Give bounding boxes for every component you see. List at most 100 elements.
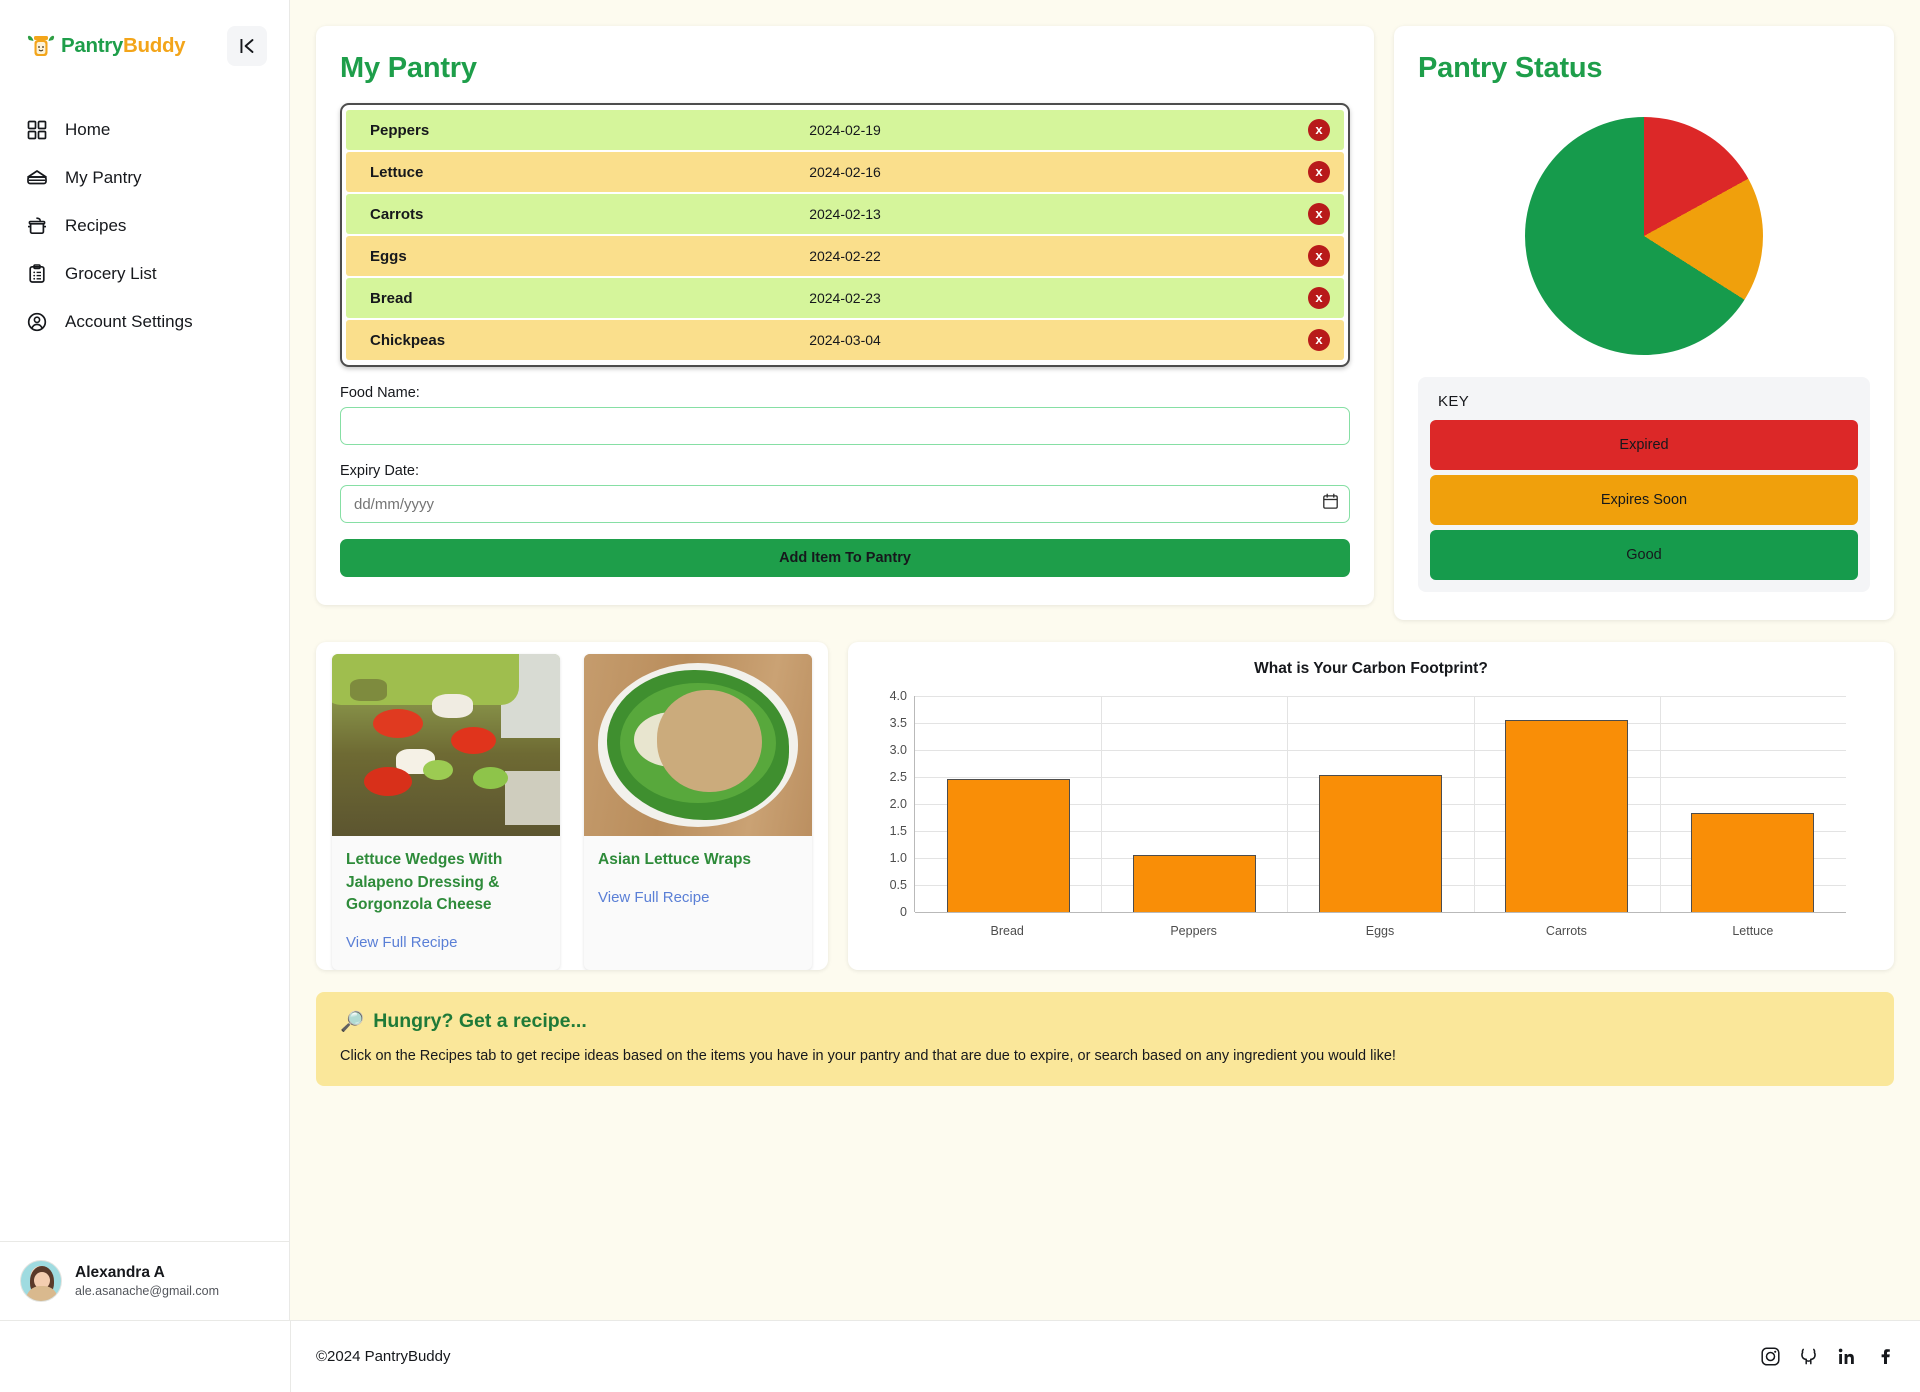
my-pantry-panel: My Pantry Peppers 2024-02-19 x Lettuce 2… <box>316 26 1374 605</box>
pantry-item-name: Peppers <box>370 121 430 139</box>
avatar <box>20 1260 62 1302</box>
food-name-input[interactable] <box>340 407 1350 445</box>
pantry-jar-logo-icon <box>26 33 56 59</box>
table-row[interactable]: Eggs 2024-02-22 x <box>346 236 1344 276</box>
carbon-footprint-chart-panel: What is Your Carbon Footprint? 0 0.5 1.0 1.… <box>848 642 1894 970</box>
facebook-icon[interactable] <box>1875 1347 1894 1366</box>
body-row: PantryBuddy Home My Pantry Recipes Groce… <box>0 0 1920 1320</box>
chart-x-tick: Lettuce <box>1732 923 1774 938</box>
table-row[interactable]: Carrots 2024-02-13 x <box>346 194 1344 234</box>
delete-item-button[interactable]: x <box>1308 161 1330 183</box>
chart-x-tick: Carrots <box>1545 923 1587 938</box>
user-email: ale.asanache@gmail.com <box>75 1283 220 1298</box>
collapse-sidebar-button[interactable] <box>227 26 267 66</box>
table-row[interactable]: Peppers 2024-02-19 x <box>346 110 1344 150</box>
food-name-label: Food Name: <box>340 385 420 401</box>
sidebar-item-account-settings[interactable]: Account Settings <box>0 298 289 346</box>
magnifier-icon: 🔎 <box>340 1010 365 1033</box>
delete-item-button[interactable]: x <box>1308 245 1330 267</box>
list-item[interactable]: Asian Lettuce Wraps View Full Recipe <box>584 654 812 970</box>
recipe-title: Asian Lettuce Wraps <box>598 851 752 868</box>
recipe-suggestions-panel: Lettuce Wedges With Jalapeno Dressing & … <box>316 642 828 970</box>
recipe-title: Lettuce Wedges With Jalapeno Dressing & … <box>346 851 503 914</box>
chart-x-tick: Eggs <box>1365 923 1395 938</box>
footer-wrapper: ©2024 PantryBuddy <box>0 1320 1920 1392</box>
list-item[interactable]: Lettuce Wedges With Jalapeno Dressing & … <box>332 654 560 970</box>
pantry-status-pie-chart <box>1418 103 1870 377</box>
pantry-item-date: 2024-02-23 <box>809 290 881 306</box>
status-badge-expired: Expired <box>1430 420 1858 470</box>
status-key-box: KEY Expired Expires Soon Good <box>1418 377 1870 592</box>
view-full-recipe-link[interactable]: View Full Recipe <box>598 889 709 906</box>
lettuce-wedge-salad-photo <box>332 654 560 836</box>
table-row[interactable]: Lettuce 2024-02-16 x <box>346 152 1344 192</box>
chart-bar[interactable] <box>1691 812 1815 912</box>
grid-icon <box>26 119 48 141</box>
chart-x-tick: Peppers <box>1170 923 1217 938</box>
pantry-item-name: Eggs <box>370 247 407 265</box>
chart-bar[interactable] <box>1319 775 1442 912</box>
chart-bar[interactable] <box>946 778 1070 912</box>
banner-title-row: 🔎 Hungry? Get a recipe... <box>340 1010 1870 1034</box>
linkedin-icon[interactable] <box>1837 1347 1856 1366</box>
delete-item-button[interactable]: x <box>1308 329 1330 351</box>
status-badge-good: Good <box>1430 530 1858 580</box>
pantry-item-date: 2024-02-19 <box>809 122 881 138</box>
sidebar-item-label: Account Settings <box>65 312 193 331</box>
pantry-items-list: Peppers 2024-02-19 x Lettuce 2024-02-16 … <box>340 103 1350 367</box>
github-icon[interactable] <box>1799 1347 1818 1366</box>
pantry-item-name: Lettuce <box>370 163 424 181</box>
sidebar-item-recipes[interactable]: Recipes <box>0 202 289 250</box>
sidebar-header: PantryBuddy <box>0 0 289 66</box>
asian-lettuce-wrap-photo <box>584 654 812 836</box>
sidebar-item-grocery-list[interactable]: Grocery List <box>0 250 289 298</box>
instagram-icon[interactable] <box>1761 1347 1780 1366</box>
chart-bar[interactable] <box>1505 719 1629 912</box>
user-name: Alexandra A <box>75 1264 165 1282</box>
clipboard-icon <box>26 263 48 285</box>
main-content: My Pantry Peppers 2024-02-19 x Lettuce 2… <box>290 0 1920 1320</box>
sidebar-user-card[interactable]: Alexandra A ale.asanache@gmail.com <box>0 1241 289 1320</box>
banner-title: Hungry? Get a recipe... <box>373 1010 587 1033</box>
app-logo[interactable]: PantryBuddy <box>26 33 186 59</box>
delete-item-button[interactable]: x <box>1308 287 1330 309</box>
expiry-date-input[interactable] <box>340 485 1350 523</box>
sidebar-item-label: Grocery List <box>65 264 157 283</box>
sidebar-item-home[interactable]: Home <box>0 106 289 154</box>
chart-title: What is Your Carbon Footprint? <box>1254 660 1488 677</box>
copyright-text: ©2024 PantryBuddy <box>316 1348 451 1365</box>
chart-y-tick: 0 <box>900 904 907 919</box>
pantry-item-name: Bread <box>370 289 413 307</box>
chart-y-tick: 2.5 <box>889 769 907 784</box>
chart-area: 0 0.5 1.0 1.5 2.0 2.5 3.0 3.5 4.0 Bread Peppers Eg… <box>870 686 1872 954</box>
logo-text-part1: Pantry <box>61 34 124 57</box>
chart-bar-column <box>1101 696 1287 912</box>
chart-y-tick: 0.5 <box>889 877 907 892</box>
pantry-icon <box>26 167 48 189</box>
footer: ©2024 PantryBuddy <box>0 1320 1920 1392</box>
add-item-to-pantry-button[interactable]: Add Item To Pantry <box>340 539 1350 577</box>
delete-item-button[interactable]: x <box>1308 119 1330 141</box>
recipe-cards-row: Lettuce Wedges With Jalapeno Dressing & … <box>316 642 828 970</box>
pantry-item-date: 2024-02-13 <box>809 206 881 222</box>
delete-item-button[interactable]: x <box>1308 203 1330 225</box>
chart-bar-column <box>915 696 1101 912</box>
chart-gridline: 0 <box>900 905 1846 919</box>
chart-x-axis-labels: Bread Peppers Eggs Carrots Lettuce <box>914 924 1846 938</box>
sidebar-nav: Home My Pantry Recipes Grocery List Acco… <box>0 106 289 346</box>
expiry-date-label: Expiry Date: <box>340 463 419 479</box>
key-title: KEY <box>1438 393 1470 410</box>
table-row[interactable]: Bread 2024-02-23 x <box>346 278 1344 318</box>
view-full-recipe-link[interactable]: View Full Recipe <box>346 934 457 951</box>
pantry-item-name: Chickpeas <box>370 331 446 349</box>
chart-bar[interactable] <box>1132 854 1256 912</box>
sidebar-item-my-pantry[interactable]: My Pantry <box>0 154 289 202</box>
recipe-body: Asian Lettuce Wraps View Full Recipe <box>584 836 812 925</box>
pantry-status-title: Pantry Status <box>1418 52 1603 84</box>
chart-y-tick: 4.0 <box>889 689 907 703</box>
pantry-item-date: 2024-03-04 <box>809 332 881 348</box>
chart-y-tick: 1.0 <box>889 850 907 865</box>
table-row[interactable]: Chickpeas 2024-03-04 x <box>346 320 1344 360</box>
user-circle-icon <box>26 311 48 333</box>
banner-text: Click on the Recipes tab to get recipe i… <box>340 1047 1396 1064</box>
